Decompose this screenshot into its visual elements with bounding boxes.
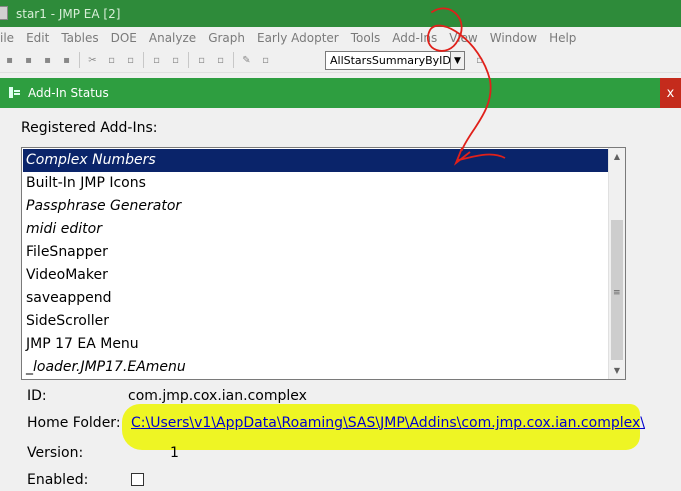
id-label: ID:	[27, 388, 47, 404]
list-item[interactable]: SideScroller	[23, 310, 609, 333]
data-table-combo-value: AllStarsSummaryByID	[330, 54, 451, 67]
layout-icon[interactable]: ▫	[168, 53, 183, 68]
dialog-title: Add-In Status	[28, 86, 109, 100]
scroll-down-icon[interactable]: ▼	[609, 362, 625, 379]
list-item[interactable]: Built-In JMP Icons	[23, 172, 609, 195]
toolbar-separator	[143, 52, 144, 68]
list-item[interactable]: saveappend	[23, 287, 609, 310]
version-label: Version:	[27, 445, 84, 461]
save-icon[interactable]: ▪	[59, 53, 74, 68]
zoom-icon[interactable]: ▫	[258, 53, 273, 68]
chevron-down-icon[interactable]: ▼	[450, 52, 464, 69]
list-item[interactable]: midi editor	[23, 218, 609, 241]
menu-view[interactable]: View	[443, 31, 483, 45]
data-table-combo[interactable]: AllStarsSummaryByID ▼	[325, 51, 465, 70]
list-item[interactable]: Passphrase Generator	[23, 195, 609, 218]
listbox-scrollbar[interactable]: ▲ ≡ ▼	[608, 148, 625, 379]
list-item[interactable]: FileSnapper	[23, 241, 609, 264]
menu-tools[interactable]: Tools	[345, 31, 387, 45]
scroll-up-icon[interactable]: ▲	[609, 148, 625, 165]
enabled-checkbox[interactable]	[131, 473, 144, 486]
list-item[interactable]: JMP 17 EA Menu	[23, 333, 609, 356]
list-item[interactable]: VideoMaker	[23, 264, 609, 287]
journal-icon[interactable]: ▫	[149, 53, 164, 68]
menu-edit[interactable]: Edit	[20, 31, 55, 45]
close-icon: x	[666, 85, 675, 101]
toolbar-separator	[233, 52, 234, 68]
version-value: 1	[170, 445, 179, 461]
menu-help[interactable]: Help	[543, 31, 582, 45]
toolbar: ▪ ▪ ▪ ▪ ✂ ▫ ▫ ▫ ▫ ▫ ▫ ✎ ▫ AllStarsSummar…	[0, 48, 681, 73]
close-button[interactable]: x	[660, 78, 681, 108]
menu-early-adopter[interactable]: Early Adopter	[251, 31, 345, 45]
add-ins-list: Complex Numbers Built-In JMP Icons Passphr…	[23, 149, 609, 379]
data-table-icon[interactable]: ▫	[472, 53, 487, 68]
menu-analyze[interactable]: Analyze	[143, 31, 202, 45]
registered-add-ins-label: Registered Add-Ins:	[21, 120, 158, 136]
list-item[interactable]: _loader.JMP17.EAmenu	[23, 356, 609, 379]
menu-file[interactable]: ile	[0, 31, 20, 45]
toolbar-separator	[79, 52, 80, 68]
menu-doe[interactable]: DOE	[105, 31, 143, 45]
script-icon[interactable]: ▫	[213, 53, 228, 68]
dialog-title-bar: Add-In Status x	[0, 78, 681, 108]
home-folder-label: Home Folder:	[27, 415, 121, 431]
tools-icon[interactable]: ✎	[239, 53, 254, 68]
enabled-label: Enabled:	[27, 472, 89, 488]
app-icon	[0, 6, 8, 20]
open-icon[interactable]: ▪	[21, 53, 36, 68]
menu-tables[interactable]: Tables	[55, 31, 104, 45]
id-value: com.jmp.cox.ian.complex	[128, 388, 307, 404]
copy-icon[interactable]: ▫	[104, 53, 119, 68]
menu-bar: ile Edit Tables DOE Analyze Graph Early …	[0, 27, 681, 48]
menu-window[interactable]: Window	[484, 31, 543, 45]
paste-icon[interactable]: ▫	[123, 53, 138, 68]
main-window-title-bar: star1 - JMP EA [2]	[0, 0, 681, 27]
main-window-title: star1 - JMP EA [2]	[16, 6, 121, 21]
new-icon[interactable]: ▪	[2, 53, 17, 68]
home-folder-link[interactable]: C:\Users\v1\AppData\Roaming\SAS\JMP\Addi…	[131, 415, 645, 431]
folder-icon[interactable]: ▪	[40, 53, 55, 68]
menu-graph[interactable]: Graph	[202, 31, 251, 45]
scroll-grip-icon: ≡	[613, 288, 621, 298]
cut-icon[interactable]: ✂	[85, 53, 100, 68]
toolbar-separator	[188, 52, 189, 68]
add-ins-listbox[interactable]: Complex Numbers Built-In JMP Icons Passphr…	[21, 147, 626, 380]
add-in-icon	[9, 87, 20, 98]
list-item[interactable]: Complex Numbers	[23, 149, 609, 172]
run-script-icon[interactable]: ▫	[194, 53, 209, 68]
menu-add-ins[interactable]: Add-Ins	[386, 31, 443, 45]
